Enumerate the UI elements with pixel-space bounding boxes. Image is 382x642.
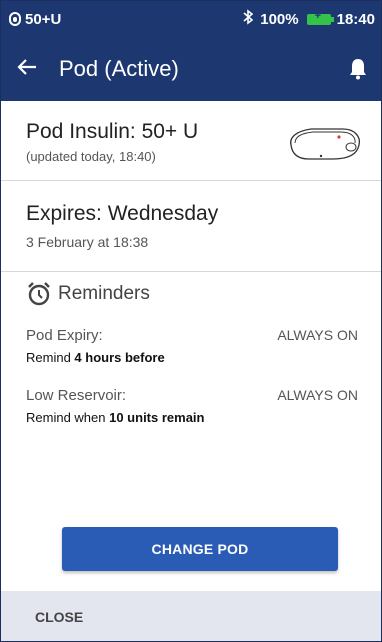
reminder-low-reservoir: Low Reservoir: ALWAYS ON Remind when 10 … <box>26 387 358 425</box>
reminder-status: ALWAYS ON <box>277 387 358 403</box>
reminder-description: Remind when 10 units remain <box>26 410 358 425</box>
reminder-pod-expiry: Pod Expiry: ALWAYS ON Remind 4 hours bef… <box>26 327 358 365</box>
alarm-clock-icon <box>28 282 50 306</box>
pod-status-icon <box>9 12 21 26</box>
reminder-status: ALWAYS ON <box>277 327 358 343</box>
clock-time: 18:40 <box>336 10 375 28</box>
back-arrow-icon[interactable] <box>17 55 47 83</box>
bluetooth-icon <box>242 9 254 29</box>
reminder-desc-value: 10 units remain <box>109 410 205 425</box>
bell-icon[interactable] <box>349 58 367 80</box>
reminder-desc-value: 4 hours before <box>74 350 165 365</box>
status-bar: 50+U 100% 18:40 <box>1 1 381 37</box>
reminders-section: Reminders Pod Expiry: ALWAYS ON Remind 4… <box>1 273 381 513</box>
app-screen: 50+U 100% 18:40 Pod (Active) Pod Insulin… <box>0 0 382 642</box>
battery-charging-icon <box>306 10 334 25</box>
reminder-desc-prefix: Remind when <box>26 410 110 425</box>
change-pod-button[interactable]: CHANGE POD <box>62 527 338 571</box>
reminder-description: Remind 4 hours before <box>26 350 358 365</box>
page-title: Pod (Active) <box>59 56 179 81</box>
pod-device-icon <box>290 128 361 160</box>
pod-status-text: 50+U <box>25 10 62 28</box>
expires-title: Expires: Wednesday <box>26 202 219 225</box>
battery-percent: 100% <box>260 10 299 28</box>
pod-status-indicator: 50+U <box>9 11 61 28</box>
reminders-title: Reminders <box>58 283 150 304</box>
reminders-header: Reminders <box>26 281 358 307</box>
system-indicators: 100% 18:40 <box>242 9 375 29</box>
close-button[interactable]: CLOSE <box>35 609 83 625</box>
expires-date: 3 February at 18:38 <box>26 234 149 250</box>
app-header: Pod (Active) <box>1 37 381 101</box>
reminder-desc-prefix: Remind <box>26 350 75 365</box>
pod-insulin-section: Pod Insulin: 50+ U (updated today, 18:40… <box>1 101 381 181</box>
bottom-bar: CLOSE <box>1 591 381 641</box>
expiry-section: Expires: Wednesday 3 February at 18:38 <box>1 182 381 272</box>
